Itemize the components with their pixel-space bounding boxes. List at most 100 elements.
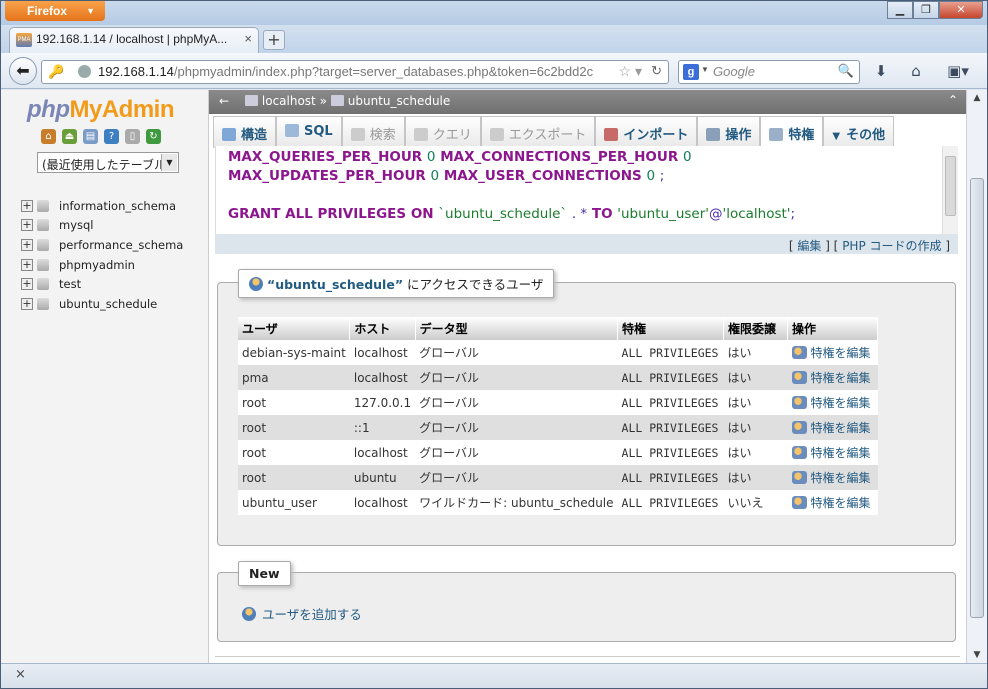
tab-label: インポート xyxy=(623,128,689,143)
scroll-down-icon[interactable]: ▼ xyxy=(967,647,987,663)
breadcrumb-server[interactable]: localhost xyxy=(262,94,316,108)
tab-query[interactable]: クエリ xyxy=(404,116,481,148)
page-scrollbar[interactable]: ▲ ▼ xyxy=(966,90,987,663)
phpmyadmin-favicon-icon: PMA xyxy=(16,33,32,47)
edit-privileges-link[interactable]: 特権を編集 xyxy=(787,490,878,515)
exit-icon[interactable]: ⏏ xyxy=(62,129,77,144)
search-box[interactable]: g ▼ Google 🔍 xyxy=(678,60,860,84)
documentation-icon[interactable]: ▯ xyxy=(125,129,140,144)
tab-export[interactable]: エクスポート xyxy=(480,116,596,148)
tab-structure[interactable]: 構造 xyxy=(213,116,277,148)
sql-query-box: MAX_QUERIES_PER_HOUR 0 MAX_CONNECTIONS_P… xyxy=(215,146,948,234)
phpmyadmin-logo[interactable]: phpMyAdmin xyxy=(27,96,174,124)
database-icon xyxy=(37,199,49,212)
scrollbar-thumb[interactable] xyxy=(945,156,956,216)
add-user-label: ユーザを追加する xyxy=(262,607,362,622)
query-window-icon[interactable]: ▤ xyxy=(83,129,98,144)
legend-database: “ubuntu_schedule” xyxy=(267,277,404,292)
database-item[interactable]: + ubuntu_schedule xyxy=(21,294,183,314)
cell-grant: はい xyxy=(723,340,788,365)
tab-search[interactable]: 検索 xyxy=(341,116,405,148)
cell-user: root xyxy=(238,390,350,415)
edit-privileges-link[interactable]: 特権を編集 xyxy=(787,340,878,365)
sql-identifier: `ubuntu_schedule` xyxy=(438,206,568,222)
reload-icon[interactable]: ↻ xyxy=(651,63,662,79)
new-tab-button[interactable]: + xyxy=(263,30,285,50)
edit-sql-link[interactable]: 編集 xyxy=(797,239,821,253)
database-name[interactable]: information_schema xyxy=(59,199,176,213)
sql-actions: [ 編集 ] [ PHP コードの作成 ] xyxy=(215,234,958,254)
edit-user-icon xyxy=(791,346,807,359)
back-button[interactable]: ⬅ xyxy=(9,57,37,85)
database-name[interactable]: ubuntu_schedule xyxy=(59,297,157,311)
edit-privileges-link[interactable]: 特権を編集 xyxy=(787,440,878,465)
database-item[interactable]: + test xyxy=(21,274,183,294)
php-code-link[interactable]: PHP コードの作成 xyxy=(842,239,941,253)
tab-sql[interactable]: SQL xyxy=(276,116,342,148)
home-icon[interactable]: ⌂ xyxy=(41,129,56,144)
database-name[interactable]: phpmyadmin xyxy=(59,258,135,272)
edit-privileges-link[interactable]: 特権を編集 xyxy=(787,365,878,390)
cell-type: グローバル xyxy=(415,465,618,490)
main-panel: ← localhost » ubuntu_schedule ⌃ 構造 SQL 検… xyxy=(209,90,966,663)
minimize-button[interactable]: ▁ xyxy=(887,1,913,19)
database-name[interactable]: performance_schema xyxy=(59,238,183,252)
database-item[interactable]: + mysql xyxy=(21,216,183,236)
sql-scrollbar[interactable] xyxy=(942,146,958,234)
search-engine-dropdown-icon[interactable]: ▼ xyxy=(701,65,709,74)
edit-user-icon xyxy=(791,446,807,459)
tab-more[interactable]: ▼ その他 xyxy=(823,116,895,148)
tab-import[interactable]: インポート xyxy=(595,116,698,148)
close-addon-bar-button[interactable]: × xyxy=(15,667,26,682)
restore-button[interactable]: ❐ xyxy=(913,1,939,19)
edit-label: 特権を編集 xyxy=(810,346,871,360)
database-item[interactable]: + phpmyadmin xyxy=(21,255,183,275)
bookmark-star-icon[interactable]: ☆ ▾ xyxy=(615,63,642,80)
expand-icon[interactable]: + xyxy=(21,219,33,232)
page-content: phpMyAdmin ⌂ ⏏ ▤ ? ▯ ↻ (最近使用したテーブル ▼ + in… xyxy=(1,90,987,663)
privileges-icon xyxy=(769,128,784,141)
edit-label: 特権を編集 xyxy=(810,421,871,435)
close-window-button[interactable]: ✕ xyxy=(939,1,983,19)
search-icon[interactable]: 🔍 xyxy=(838,63,854,79)
google-icon[interactable]: g xyxy=(683,64,699,80)
table-row: root ubuntu グローバル ALL PRIVILEGES はい 特権を編集 xyxy=(238,465,878,490)
collapse-nav-icon[interactable]: ← xyxy=(219,94,229,108)
expand-icon[interactable]: + xyxy=(21,297,33,310)
edit-privileges-link[interactable]: 特権を編集 xyxy=(787,465,878,490)
tab-close-button[interactable]: × xyxy=(244,31,252,46)
breadcrumb-separator-icon: » xyxy=(319,94,331,108)
tab-operations[interactable]: 操作 xyxy=(697,116,761,148)
browser-tab[interactable]: PMA 192.168.1.14 / localhost | phpMyA...… xyxy=(9,27,259,53)
expand-icon[interactable]: + xyxy=(21,278,33,291)
quick-icons: ⌂ ⏏ ▤ ? ▯ ↻ xyxy=(41,129,161,144)
collapse-up-icon[interactable]: ⌃ xyxy=(948,93,958,107)
tab-privileges[interactable]: 特権 xyxy=(760,116,824,148)
bookmarks-menu-icon[interactable]: ▣▾ xyxy=(943,62,973,82)
edit-privileges-link[interactable]: 特権を編集 xyxy=(787,390,878,415)
refresh-icon[interactable]: ↻ xyxy=(146,129,161,144)
scroll-up-icon[interactable]: ▲ xyxy=(967,90,987,106)
column-header: データ型 xyxy=(415,317,619,340)
sql-line: MAX_UPDATES_PER_HOUR 0 MAX_USER_CONNECTI… xyxy=(228,167,948,186)
add-user-link[interactable]: ユーザを追加する xyxy=(242,604,362,623)
recent-tables-select[interactable]: (最近使用したテーブル ▼ xyxy=(37,152,179,173)
url-bar[interactable]: 🔑 192.168.1.14/phpmyadmin/index.php?targ… xyxy=(41,60,669,84)
scrollbar-thumb[interactable] xyxy=(970,178,984,618)
expand-icon[interactable]: + xyxy=(21,199,33,212)
tab-label: クエリ xyxy=(432,128,472,143)
expand-icon[interactable]: + xyxy=(21,258,33,271)
database-item[interactable]: + performance_schema xyxy=(21,235,183,255)
download-icon[interactable]: ⬇ xyxy=(871,62,891,82)
sql-line: GRANT ALL PRIVILEGES ON `ubuntu_schedule… xyxy=(228,205,948,224)
edit-privileges-link[interactable]: 特権を編集 xyxy=(787,415,878,440)
help-icon[interactable]: ? xyxy=(104,129,119,144)
firefox-menu-button[interactable]: Firefox ▼ xyxy=(5,1,105,21)
database-item[interactable]: + information_schema xyxy=(21,196,183,216)
home-icon[interactable]: ⌂ xyxy=(906,62,926,82)
breadcrumb-database[interactable]: ubuntu_schedule xyxy=(348,94,451,108)
cell-privileges: ALL PRIVILEGES xyxy=(617,415,724,440)
database-name[interactable]: test xyxy=(59,277,81,291)
expand-icon[interactable]: + xyxy=(21,238,33,251)
database-name[interactable]: mysql xyxy=(59,218,94,232)
